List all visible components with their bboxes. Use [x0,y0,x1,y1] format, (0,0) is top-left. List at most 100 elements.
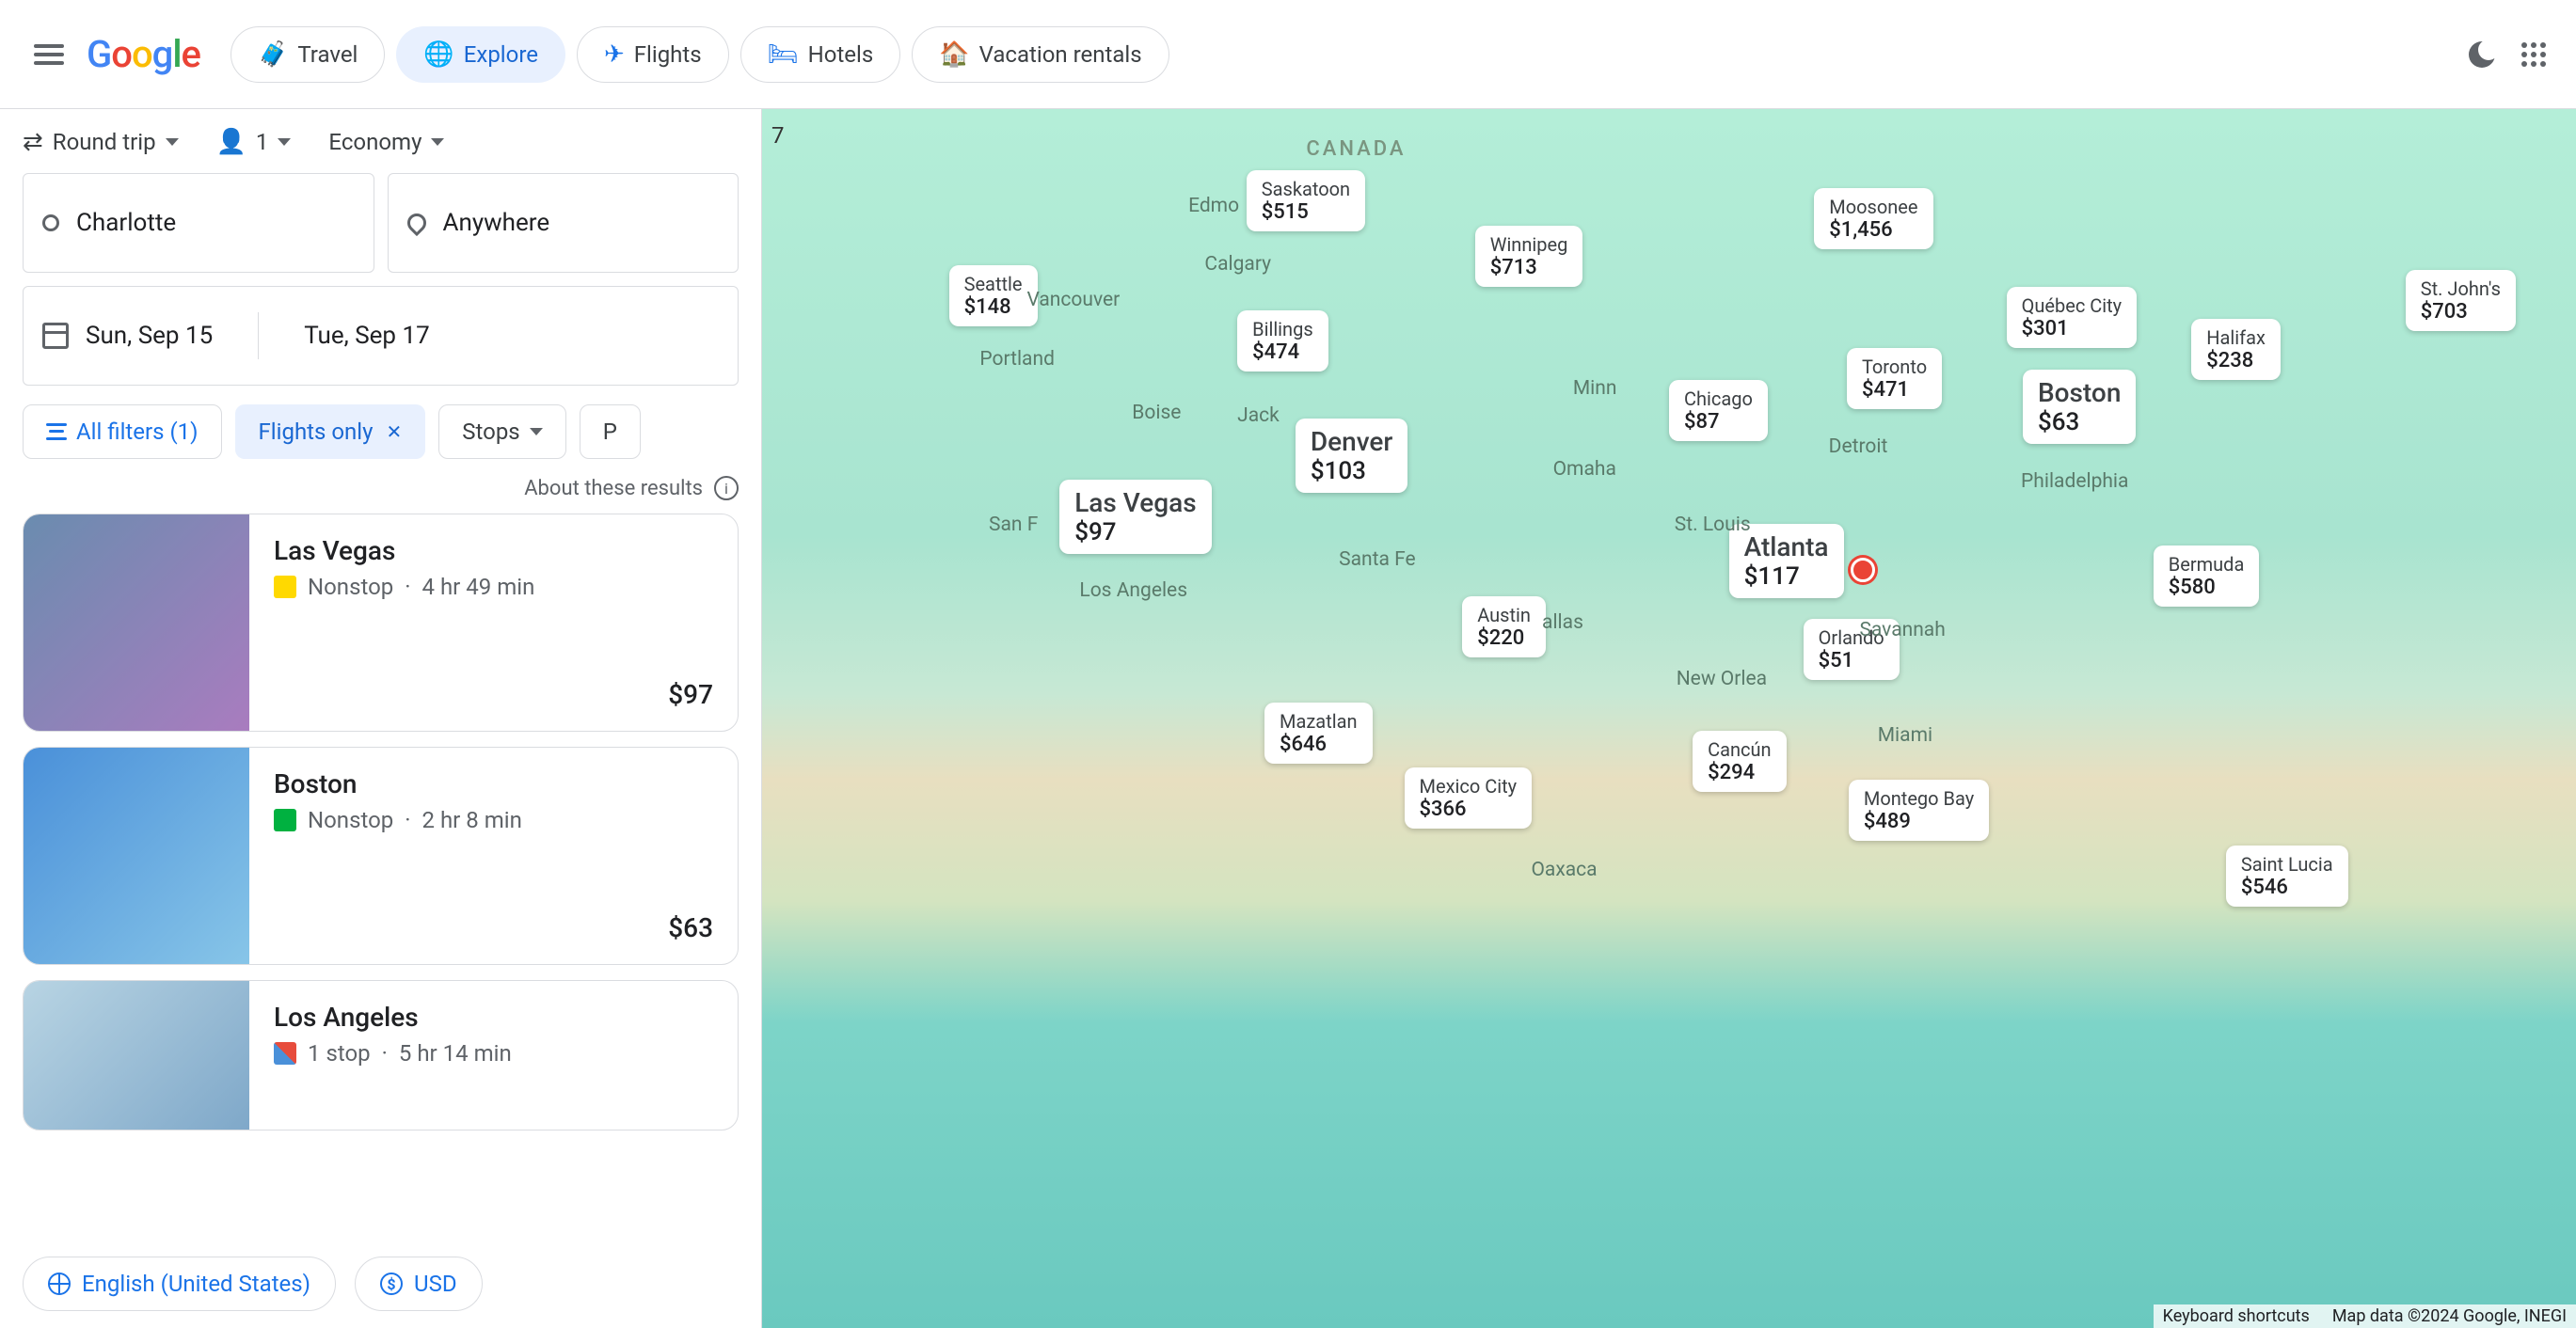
passengers-select[interactable]: 👤 1 [216,128,292,156]
currency-label: USD [414,1271,457,1297]
map-corner-number: 7 [771,122,785,149]
price-tag[interactable]: Winnipeg$713 [1475,226,1583,287]
destination-name: Los Angeles [274,1002,713,1033]
flights-only-chip[interactable]: Flights only ✕ [235,404,426,459]
tag-price: $51 [1819,649,1884,672]
price: $97 [274,679,713,710]
map[interactable]: 7 CANADA Keyboard shortcuts Map data ©20… [762,109,2576,1328]
explore-icon: 🌐 [423,40,453,69]
tag-city: Seattle [964,273,1023,295]
price-tag[interactable]: St. John's$703 [2406,270,2516,331]
tag-city: St. John's [2421,277,2501,300]
nav-rentals[interactable]: 🏠Vacation rentals [912,26,1169,83]
price-tag[interactable]: Bermuda$580 [2154,545,2260,607]
plane-icon: ✈ [604,40,625,69]
currency-chip[interactable]: $ USD [355,1257,483,1311]
tag-price: $301 [2022,317,2123,340]
nav-flights[interactable]: ✈ Flights [577,26,729,83]
nav-hotels[interactable]: 🛏Hotels [740,26,901,83]
tag-city: Mexico City [1420,775,1518,798]
destination-input[interactable]: Anywhere [388,173,739,273]
trip-options-row: ⇄ Round trip 👤 1 Economy [23,128,739,156]
chevron-down-icon [166,138,179,146]
price-tag[interactable]: Mazatlan$646 [1264,703,1372,764]
origin-marker[interactable] [1851,558,1875,582]
price-chip[interactable]: P [580,404,641,459]
city-label: Santa Fe [1339,548,1416,571]
price-tag[interactable]: Moosonee$1,456 [1814,188,1932,249]
suitcase-icon: 🧳 [258,40,288,69]
all-filters-chip[interactable]: All filters (1) [23,404,222,459]
price-tag[interactable]: Billings$474 [1237,310,1328,372]
info-icon[interactable]: i [714,476,739,500]
tag-city: Denver [1311,426,1392,457]
destination-name: Las Vegas [274,535,713,566]
price-tag[interactable]: Saskatoon$515 [1247,170,1365,231]
result-card-los-angeles[interactable]: Los Angeles 1 stop · 5 hr 14 min [23,980,739,1130]
cabin-select[interactable]: Economy [328,129,444,155]
nav-label: Flights [634,41,702,68]
tag-city: Winnipeg [1490,233,1568,256]
dot: · [382,1040,388,1067]
tag-city: Boston [2038,377,2121,408]
nav-travel[interactable]: 🧳Travel [231,26,385,83]
keyboard-shortcuts-link[interactable]: Keyboard shortcuts [2163,1306,2310,1326]
apps-grid-icon[interactable] [2514,35,2553,74]
price-tag[interactable]: Denver$103 [1296,419,1407,493]
close-icon[interactable]: ✕ [387,420,403,443]
price-tag[interactable]: Québec City$301 [2007,287,2138,348]
city-label: Oaxaca [1531,859,1597,881]
nav-label: Vacation rentals [979,41,1142,68]
destination-value: Anywhere [443,209,550,237]
tag-city: Bermuda [2169,553,2245,576]
tag-price: $546 [2241,876,2333,899]
price-tag[interactable]: Atlanta$117 [1729,524,1844,598]
price-tag[interactable]: Montego Bay$489 [1849,780,1989,841]
results-list: Las Vegas Nonstop · 4 hr 49 min $97 Bost… [23,514,739,1240]
origin-input[interactable]: Charlotte [23,173,374,273]
city-label: allas [1542,611,1583,634]
chevron-down-icon [530,428,543,435]
tag-city: Cancún [1708,738,1771,761]
date-range-input[interactable]: Sun, Sep 15 Tue, Sep 17 [23,286,739,386]
price-tag[interactable]: Cancún$294 [1693,731,1786,792]
nav-label: Explore [464,41,538,68]
price-tag[interactable]: Saint Lucia$546 [2226,846,2348,907]
city-label: San F [989,514,1038,536]
filter-icon [46,423,67,440]
price-tag[interactable]: Seattle$148 [949,265,1038,326]
price-tag[interactable]: Orlando$51 [1804,619,1900,680]
city-label: Omaha [1553,458,1616,481]
price-tag[interactable]: Halifax$238 [2191,319,2281,380]
price-tag[interactable]: Toronto$471 [1847,348,1942,409]
tag-price: $580 [2169,576,2245,599]
map-data-label: Map data ©2024 Google, INEGI [2332,1306,2567,1326]
tag-price: $471 [1862,378,1927,402]
tag-city: Montego Bay [1864,787,1974,810]
city-label: Boise [1132,402,1181,424]
price-tag[interactable]: Boston$63 [2023,370,2136,444]
person-icon: 👤 [216,128,246,156]
duration-text: 4 hr 49 min [422,574,535,600]
price-tag[interactable]: Las Vegas$97 [1059,480,1211,554]
city-label: Detroit [1829,435,1888,458]
city-label: Calgary [1204,253,1271,276]
trip-type-select[interactable]: ⇄ Round trip [23,128,179,156]
tag-city: Orlando [1819,626,1884,649]
dark-mode-icon[interactable] [2469,41,2495,68]
price-tag[interactable]: Austin$220 [1462,596,1546,657]
all-filters-label: All filters (1) [76,419,199,445]
result-card-las-vegas[interactable]: Las Vegas Nonstop · 4 hr 49 min $97 [23,514,739,732]
nav-explore[interactable]: 🌐 Explore [396,26,565,83]
google-logo[interactable]: Google [87,32,200,76]
location-inputs: Charlotte Anywhere [23,173,739,273]
language-label: English (United States) [82,1271,310,1297]
about-results-label: About these results [524,477,703,500]
price-tag[interactable]: Chicago$87 [1669,380,1768,441]
stops-chip[interactable]: Stops [438,404,565,459]
city-label: Jack [1237,404,1280,427]
language-chip[interactable]: English (United States) [23,1257,336,1311]
price-tag[interactable]: Mexico City$366 [1405,767,1533,829]
result-card-boston[interactable]: Boston Nonstop · 2 hr 8 min $63 [23,747,739,965]
hamburger-menu-icon[interactable] [23,28,75,81]
